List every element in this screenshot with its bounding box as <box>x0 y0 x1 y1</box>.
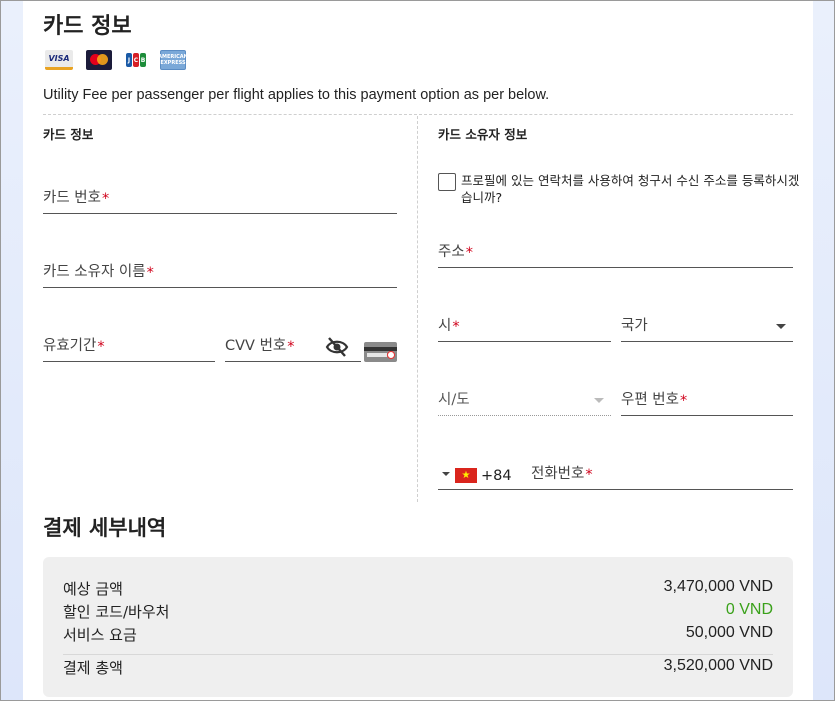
summary-divider <box>63 654 773 655</box>
country-label: 국가 <box>621 318 648 334</box>
visa-logo: VISA <box>45 50 73 70</box>
country-chevron-down-icon[interactable] <box>776 324 786 329</box>
page-background-left <box>0 0 23 701</box>
cardholder-name-label: 카드 소유자 이름 <box>43 264 146 280</box>
card-section-title: 카드 정보 <box>43 14 132 39</box>
city-label: 시 <box>438 318 452 334</box>
use-profile-checkbox-label[interactable]: 프로필에 있는 연락처를 사용하여 청구서 수신 주소를 등록하시겠습니까? <box>461 172 801 206</box>
vietnam-flag-icon[interactable]: ★ <box>455 468 477 483</box>
mastercard-logo <box>86 50 112 70</box>
card-number-field[interactable]: 카드 번호 * <box>43 184 397 214</box>
cvv-label: CVV 번호 <box>225 338 287 354</box>
amex-logo: AMERICAN EXPRESS <box>158 50 188 70</box>
postal-code-field[interactable]: 우편 번호 * <box>621 386 793 416</box>
dial-code-chevron-down-icon[interactable] <box>442 472 450 476</box>
state-select[interactable]: 시/도 <box>438 386 611 416</box>
state-chevron-down-icon[interactable] <box>594 398 604 403</box>
payment-summary: 예상 금액 3,470,000 VND 할인 코드/바우처 0 VND 서비스 … <box>43 557 793 697</box>
city-field[interactable]: 시 * <box>438 312 611 342</box>
use-profile-checkbox[interactable] <box>438 173 456 191</box>
card-info-heading: 카드 정보 <box>43 127 94 142</box>
utility-fee-note: Utility Fee per passenger per flight app… <box>43 87 550 103</box>
holder-info-heading: 카드 소유자 정보 <box>438 127 528 142</box>
section-divider <box>43 114 793 115</box>
column-divider <box>417 116 418 502</box>
payment-panel: 카드 정보 VISA JCB AMERICAN EXPRESS Utility … <box>23 0 813 701</box>
eye-slash-icon[interactable] <box>325 336 349 358</box>
phone-label: 전화번호 <box>531 466 585 482</box>
expiry-field[interactable]: 유효기간 * <box>43 332 215 362</box>
jcb-logo: JCB <box>125 50 147 70</box>
cvv-card-icon <box>364 342 397 362</box>
country-select[interactable]: 국가 <box>621 312 793 342</box>
expiry-label: 유효기간 <box>43 338 97 354</box>
accepted-cards: VISA JCB AMERICAN EXPRESS <box>45 50 188 70</box>
postal-label: 우편 번호 <box>621 392 679 408</box>
cardholder-name-field[interactable]: 카드 소유자 이름 * <box>43 258 397 288</box>
state-label: 시/도 <box>438 392 470 408</box>
dial-code[interactable]: +84 <box>481 468 512 484</box>
address-label: 주소 <box>438 244 465 260</box>
payment-details-title: 결제 세부내역 <box>43 516 167 540</box>
card-number-label: 카드 번호 <box>43 190 101 206</box>
page-background-right <box>813 0 835 701</box>
address-field[interactable]: 주소 * <box>438 238 793 268</box>
